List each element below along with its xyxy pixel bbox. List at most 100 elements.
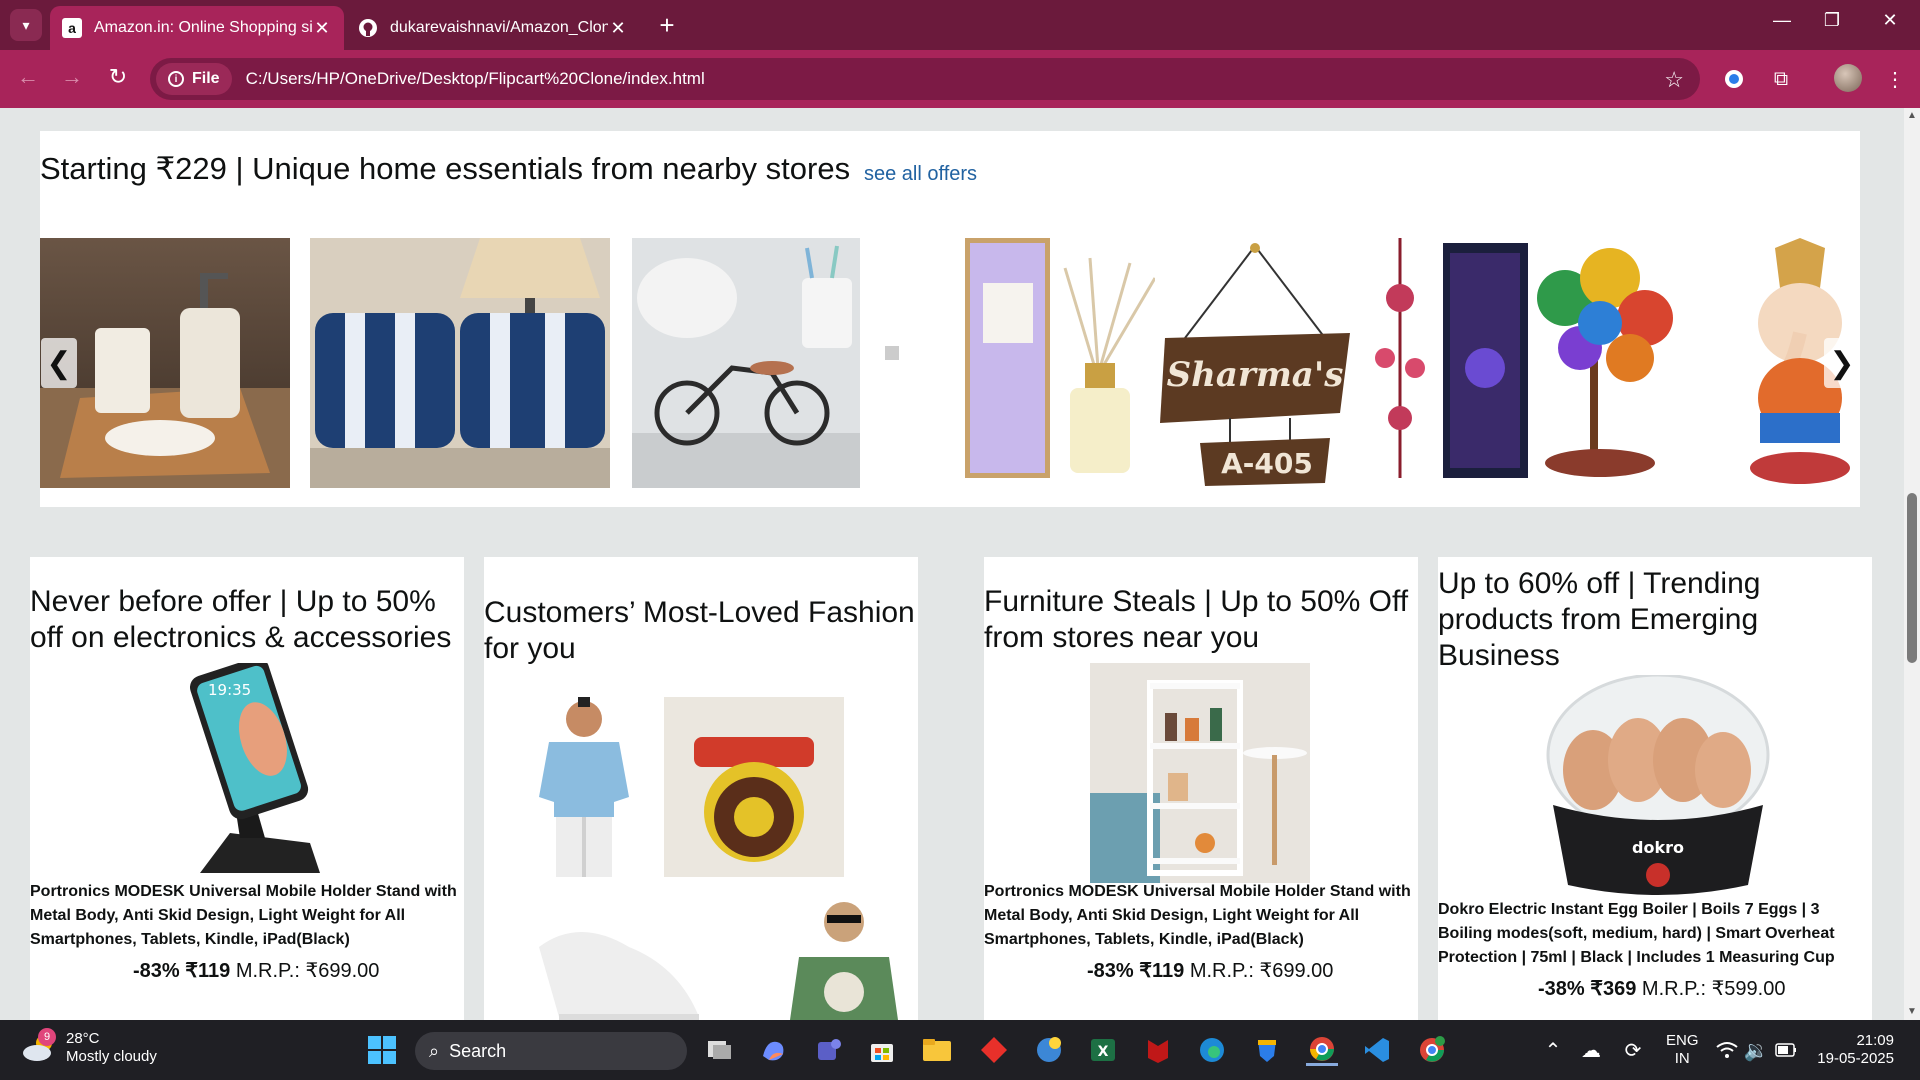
edge-icon[interactable] [1196, 1034, 1228, 1066]
graphic-tshirt-image[interactable] [789, 897, 899, 1020]
url-text[interactable]: C:/Users/HP/OneDrive/Desktop/Flipcart%20… [246, 69, 705, 89]
storage-trolley-image[interactable] [1090, 663, 1310, 883]
horseshoe-product-image[interactable] [664, 697, 844, 877]
card-title[interactable]: Up to 60% off | Trending products from E… [1438, 566, 1872, 674]
excel-icon[interactable]: X [1087, 1034, 1119, 1066]
scroll-down-icon[interactable]: ▼ [1904, 1004, 1920, 1020]
system-clock[interactable]: 21:09 19-05-2025 [1814, 1032, 1894, 1068]
carousel-item-name-plate[interactable]: Sharma's A-405 [1155, 238, 1355, 488]
product-carousel: Sharma's A-405 ❮ ❯ [40, 238, 1860, 488]
new-tab-button[interactable]: + [652, 10, 682, 41]
onedrive-icon[interactable]: ☁ [1575, 1034, 1607, 1066]
weather-badge: 9 [38, 1028, 56, 1046]
address-bar[interactable]: i File C:/Users/HP/OneDrive/Desktop/Flip… [150, 58, 1700, 100]
carousel-prev-button[interactable]: ❮ [41, 338, 77, 388]
scroll-thumb[interactable] [1907, 493, 1917, 663]
chrome-icon[interactable] [1306, 1034, 1338, 1066]
card-emerging-business: Up to 60% off | Trending products from E… [1438, 557, 1872, 1020]
polo-shirt-image[interactable] [534, 697, 634, 882]
price-text: ₹369 [1590, 978, 1637, 1000]
phone-stand-image[interactable]: 19:35 [170, 663, 330, 883]
carousel-item-bath-set[interactable] [40, 238, 290, 488]
card-title[interactable]: Furniture Steals | Up to 50% Off from st… [984, 584, 1418, 656]
scroll-up-icon[interactable]: ▲ [1904, 108, 1920, 124]
card-furniture: Furniture Steals | Up to 50% Off from st… [984, 557, 1418, 1020]
svg-text:X: X [1098, 1044, 1109, 1060]
wifi-icon[interactable] [1711, 1034, 1743, 1066]
chip-label: File [192, 70, 220, 87]
lang-bottom: IN [1674, 1050, 1690, 1067]
restore-icon[interactable]: ❐ [1812, 10, 1852, 31]
back-icon[interactable]: ← [12, 64, 44, 90]
clock-date: 19-05-2025 [1817, 1050, 1894, 1067]
show-hidden-icons-icon[interactable]: ⌃ [1537, 1034, 1569, 1066]
file-explorer-icon[interactable] [921, 1034, 953, 1066]
clock-time: 21:09 [1856, 1032, 1894, 1049]
battery-icon[interactable] [1770, 1034, 1802, 1066]
extensions-puzzle-icon[interactable]: ⧉ [1766, 64, 1796, 94]
chrome-profile-icon[interactable] [1416, 1034, 1448, 1066]
carousel-item-reed-diffuser[interactable] [920, 238, 1170, 488]
brand-text: dokro [1632, 838, 1684, 857]
sneaker-image[interactable] [539, 907, 699, 1020]
carousel-item-chakra-tree[interactable] [1365, 238, 1685, 488]
site-info-chip[interactable]: i File [156, 63, 232, 95]
vscode-icon[interactable] [1361, 1034, 1393, 1066]
forward-icon[interactable]: → [56, 64, 88, 90]
taskbar-search[interactable]: ⌕ Search [415, 1032, 687, 1070]
page-scrollbar[interactable]: ▲ ▼ [1904, 108, 1920, 1020]
close-window-icon[interactable]: ✕ [1870, 10, 1910, 31]
mrp-text: M.R.P.: ₹699.00 [235, 960, 380, 982]
mrp-text: M.R.P.: ₹599.00 [1641, 978, 1786, 1000]
bookmark-star-icon[interactable]: ☆ [1664, 67, 1684, 93]
tab-github[interactable]: dukarevaishnavi/Amazon_Clone ✕ [346, 6, 640, 50]
tab-title: dukarevaishnavi/Amazon_Clone [390, 19, 608, 36]
sign-number-text: A-405 [1221, 447, 1313, 480]
extension-shield-icon[interactable] [1719, 64, 1749, 94]
browser-toolbar: ← → ↻ i File C:/Users/HP/OneDrive/Deskto… [0, 50, 1920, 108]
task-view-icon[interactable] [703, 1034, 735, 1066]
tab-title: Amazon.in: Online Shopping sit [94, 19, 312, 36]
card-electronics: Never before offer | Up to 50% off on el… [30, 557, 464, 1020]
sync-icon[interactable]: ⟳ [1617, 1034, 1649, 1066]
teams-icon[interactable] [812, 1034, 844, 1066]
app-shield-icon[interactable] [1251, 1034, 1283, 1066]
windows-start-icon[interactable] [366, 1034, 398, 1066]
app-diamond-icon[interactable] [978, 1034, 1010, 1066]
product-desc[interactable]: Portronics MODESK Universal Mobile Holde… [30, 880, 460, 952]
carousel-item-cushions[interactable] [310, 238, 610, 488]
tab-search-button[interactable]: ▾ [10, 9, 42, 41]
price-row: -83% ₹119 M.R.P.: ₹699.00 [1087, 958, 1333, 983]
egg-boiler-image[interactable]: dokro [1538, 675, 1778, 900]
product-desc[interactable]: Dokro Electric Instant Egg Boiler | Boil… [1438, 898, 1868, 970]
weather-desc: Mostly cloudy [66, 1048, 157, 1065]
volume-icon[interactable]: 🔉 [1740, 1034, 1772, 1066]
github-icon [358, 18, 378, 38]
card-fashion: Customers’ Most-Loved Fashion for you [484, 557, 918, 1020]
reload-icon[interactable]: ↻ [102, 64, 134, 90]
profile-avatar[interactable] [1834, 64, 1862, 92]
card-title[interactable]: Customers’ Most-Loved Fashion for you [484, 595, 918, 667]
language-indicator[interactable]: ENG IN [1666, 1032, 1699, 1068]
see-all-offers-link[interactable]: see all offers [864, 163, 977, 186]
weather-temp: 28°C [66, 1030, 100, 1047]
close-tab-icon[interactable]: ✕ [608, 18, 628, 39]
carousel-item-cycle-decor[interactable] [632, 238, 860, 488]
browser-menu-icon[interactable]: ⋮ [1880, 64, 1910, 94]
python-icon[interactable] [1033, 1034, 1065, 1066]
copilot-icon[interactable] [757, 1034, 789, 1066]
search-label: Search [449, 1040, 507, 1061]
price-text: ₹119 [1139, 960, 1185, 982]
windows-taskbar: 28°C Mostly cloudy 9 ⌕ Search X ⌃ ☁ ⟳ EN… [0, 1020, 1920, 1080]
tab-amazon[interactable]: a Amazon.in: Online Shopping sit ✕ [50, 6, 344, 50]
product-desc[interactable]: Portronics MODESK Universal Mobile Holde… [984, 880, 1414, 952]
discount-text: -38% [1538, 978, 1585, 1000]
minimize-icon[interactable]: — [1762, 10, 1802, 31]
carousel-next-button[interactable]: ❯ [1824, 338, 1860, 388]
card-title[interactable]: Never before offer | Up to 50% off on el… [30, 584, 464, 656]
close-tab-icon[interactable]: ✕ [312, 18, 332, 39]
microsoft-store-icon[interactable] [866, 1034, 898, 1066]
home-essentials-section: Starting ₹229 | Unique home essentials f… [40, 131, 1860, 507]
mcafee-icon[interactable] [1142, 1034, 1174, 1066]
search-icon: ⌕ [429, 1040, 440, 1061]
